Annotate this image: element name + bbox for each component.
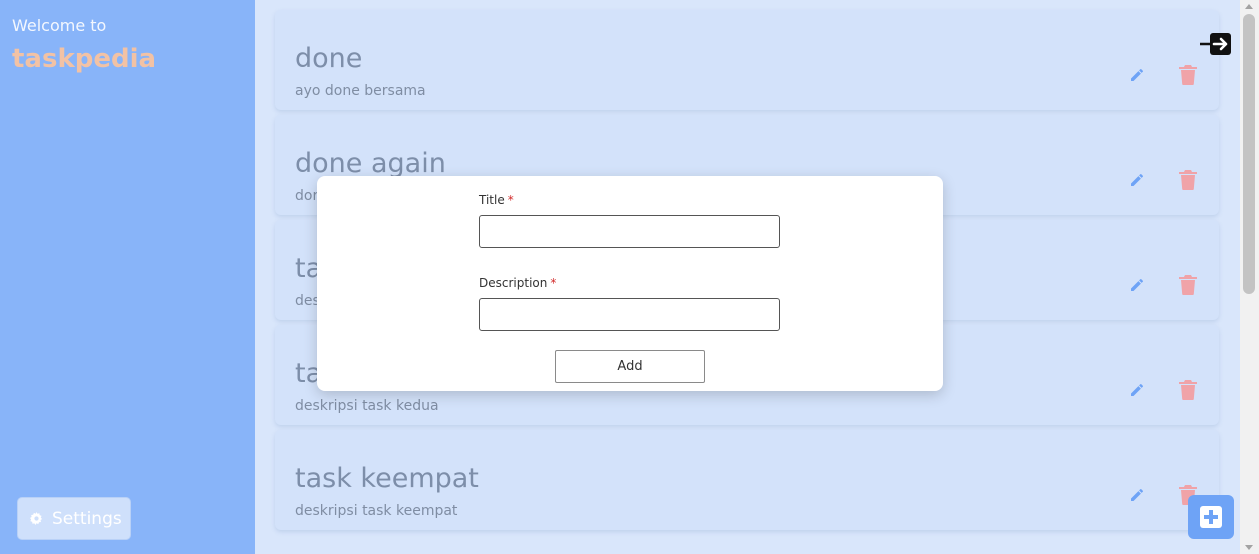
scroll-up-arrow-icon[interactable] xyxy=(1245,4,1253,9)
pencil-icon[interactable] xyxy=(1129,172,1145,188)
logout-icon[interactable] xyxy=(1200,32,1232,56)
required-mark: * xyxy=(507,193,514,207)
trash-icon[interactable] xyxy=(1179,275,1197,295)
trash-icon[interactable] xyxy=(1179,170,1197,190)
title-label-text: Title xyxy=(479,193,505,207)
plus-square-icon xyxy=(1200,506,1222,528)
task-title: task keempat xyxy=(295,463,479,494)
description-label-text: Description xyxy=(479,276,548,290)
task-card: task keempat deskripsi task keempat xyxy=(275,430,1219,530)
pencil-icon[interactable] xyxy=(1129,277,1145,293)
welcome-text: Welcome to xyxy=(12,16,107,35)
add-task-button[interactable] xyxy=(1188,495,1234,539)
settings-button[interactable]: Settings xyxy=(17,497,131,540)
pencil-icon[interactable] xyxy=(1129,67,1145,83)
task-description: deskripsi task kedua xyxy=(295,398,439,414)
trash-icon[interactable] xyxy=(1179,380,1197,400)
pencil-icon[interactable] xyxy=(1129,382,1145,398)
scrollbar[interactable] xyxy=(1240,0,1259,554)
add-button[interactable]: Add xyxy=(555,350,705,383)
task-title: done again xyxy=(295,148,446,179)
task-description: dor xyxy=(295,188,319,204)
pencil-icon[interactable] xyxy=(1129,487,1145,503)
settings-label: Settings xyxy=(52,508,122,529)
description-input[interactable] xyxy=(479,298,780,331)
scrollbar-thumb[interactable] xyxy=(1243,14,1255,294)
task-title: done xyxy=(295,43,363,74)
task-description: ayo done bersama xyxy=(295,83,426,99)
brand-logo-text: taskpedia xyxy=(12,44,157,74)
add-task-modal: Title * Description * Add xyxy=(317,176,943,391)
scroll-down-arrow-icon[interactable] xyxy=(1245,545,1253,550)
task-card: done ayo done bersama xyxy=(275,10,1219,110)
trash-icon[interactable] xyxy=(1179,65,1197,85)
title-field-label: Title * xyxy=(479,193,514,207)
description-field-label: Description * xyxy=(479,276,556,290)
required-mark: * xyxy=(550,276,557,290)
gear-icon xyxy=(30,512,43,525)
sidebar: Welcome to taskpedia Settings xyxy=(0,0,255,554)
title-input[interactable] xyxy=(479,215,780,248)
task-description: deskripsi task keempat xyxy=(295,503,458,519)
